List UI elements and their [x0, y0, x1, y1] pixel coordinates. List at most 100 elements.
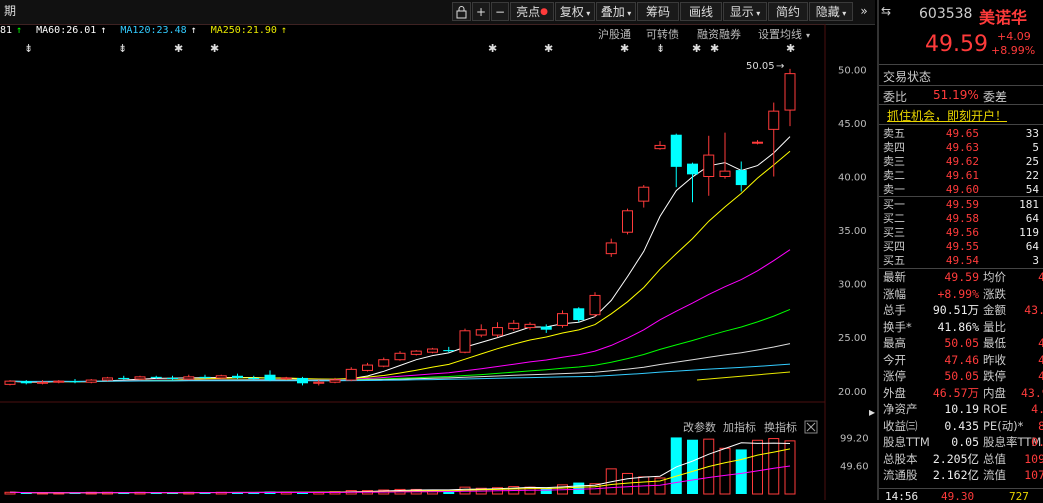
volume-bars	[4, 437, 796, 495]
xianshi-button[interactable]: 显示 ▾	[723, 2, 767, 21]
candle-body	[638, 186, 650, 202]
stat-label: 今开	[883, 352, 906, 367]
divider	[879, 196, 1043, 197]
event-marker-icon[interactable]: ⇟	[24, 42, 33, 55]
collapse-arrow-icon[interactable]: ▸	[869, 405, 875, 419]
candle-body	[589, 294, 601, 316]
stat-value-2: 109	[1024, 451, 1043, 466]
event-marker-icon[interactable]: ✱	[692, 42, 701, 55]
candle-body	[605, 242, 617, 255]
divider	[879, 85, 1043, 86]
stock-name: 美诺华	[979, 8, 1028, 27]
plus-icon[interactable]: +	[472, 2, 490, 21]
chouma-button[interactable]: 筹码	[637, 2, 679, 21]
asks-row[interactable]: 卖四 49.63 5	[883, 141, 1043, 154]
asks-row[interactable]: 卖三 49.62 25	[883, 155, 1043, 168]
asks-row[interactable]: 卖一 49.60 54	[883, 183, 1043, 196]
event-marker-icon[interactable]: ✱	[710, 42, 719, 55]
candle	[735, 161, 747, 192]
stat-label-2: 量比	[983, 319, 1006, 334]
price-chart[interactable]: 50.00 45.00 40.00 35.00 30.00 25.00 20.00 99.20…	[0, 24, 875, 500]
bids-row[interactable]: 买一 49.59 181	[883, 198, 1043, 211]
fuquan-button[interactable]: 复权 ▾	[555, 2, 595, 21]
bids-price: 49.59	[945, 198, 979, 211]
asks-volume: 5	[1032, 141, 1039, 154]
bids-volume: 181	[1019, 198, 1039, 211]
xianshi-label: 显示	[729, 5, 754, 19]
candle-body	[102, 377, 113, 381]
volume-bar	[540, 488, 552, 494]
asks-level-label: 卖一	[883, 183, 905, 196]
event-marker-icon[interactable]: ⇟	[118, 42, 127, 55]
caret-down-icon: ▾	[753, 9, 761, 18]
price-change: +4.09	[997, 30, 1031, 43]
candle-body	[573, 308, 585, 321]
asks-row[interactable]: 卖二 49.61 22	[883, 169, 1043, 182]
bids-level-label: 买四	[883, 240, 905, 253]
asks-row[interactable]: 卖五 49.65 33	[883, 127, 1043, 140]
asks-price: 49.65	[945, 127, 979, 140]
event-marker-icon[interactable]: ✱	[488, 42, 497, 55]
huaxian-button[interactable]: 画线	[680, 2, 722, 21]
candle	[768, 102, 780, 177]
jianyue-button[interactable]: 简约	[768, 2, 808, 21]
stat-value: 10.19	[944, 402, 979, 416]
stat-label-2: 金额	[983, 303, 1006, 317]
candle	[85, 379, 97, 384]
menu-rongzirongquan[interactable]: 融资融券	[697, 27, 741, 41]
candle-body	[183, 376, 195, 380]
candle-body	[362, 364, 373, 371]
stat-row: 总手 90.51万 金额 43.	[883, 303, 1043, 318]
lock-icon[interactable]	[452, 2, 471, 21]
liangdian-button[interactable]: 亮点●	[510, 2, 554, 21]
expand-icon[interactable]: »	[854, 2, 874, 21]
candle-body	[670, 134, 682, 167]
event-marker-icon[interactable]: ✱	[620, 42, 629, 55]
y-tick-label: 20.00	[838, 387, 867, 398]
candle-body	[410, 350, 422, 355]
candle-body	[719, 170, 731, 177]
stat-value-2: 43.9	[1021, 385, 1043, 400]
volume-bar	[687, 439, 698, 494]
candle-body	[622, 210, 633, 233]
stat-row: 总股本 2.205亿 总值 109	[883, 452, 1043, 467]
event-marker-icon[interactable]: ⇟	[656, 42, 665, 55]
event-marker-icon[interactable]: ✱	[786, 42, 795, 55]
stat-value: 50.05	[944, 369, 979, 383]
menu-kezhuanzhai[interactable]: 可转债	[646, 27, 679, 41]
diejia-button[interactable]: 叠加 ▾	[596, 2, 636, 21]
candle	[589, 292, 601, 317]
stat-value-2: 8	[1038, 418, 1043, 433]
candle-body	[345, 368, 357, 381]
asks-level-label: 卖二	[883, 169, 905, 182]
chart-toolbar: 期 + − 亮点● 复权 ▾ 叠加 ▾ 筹码 画线 显示 ▾ 简约 隐藏 ▾ »	[0, 0, 875, 25]
minus-icon[interactable]: −	[491, 2, 509, 21]
bids-row[interactable]: 买三 49.56 119	[883, 226, 1043, 239]
stock-code: 603538	[919, 6, 973, 22]
yincang-button[interactable]: 隐藏 ▾	[809, 2, 853, 21]
stat-label: 流通股	[883, 468, 918, 482]
close-icon[interactable]	[804, 420, 818, 434]
menu-shezhijunxian[interactable]: 设置均线	[758, 27, 802, 41]
menu-jiazhibiao[interactable]: 加指标	[723, 420, 756, 434]
period-tab-stub[interactable]: 期	[0, 2, 20, 21]
event-marker-icon[interactable]: ✱	[210, 42, 219, 55]
candle-body	[37, 381, 48, 384]
candle	[784, 68, 796, 127]
event-marker-icon[interactable]: ✱	[544, 42, 553, 55]
menu-hugutong[interactable]: 沪股通	[598, 27, 631, 41]
event-marker-icon[interactable]: ✱	[174, 42, 183, 55]
promo-link[interactable]: 抓住机会，即刻开户！	[887, 107, 1007, 124]
candle-body	[378, 359, 390, 367]
bids-row[interactable]: 买二 49.58 64	[883, 212, 1043, 225]
menu-huanzhibiao[interactable]: 换指标	[764, 420, 797, 434]
last-price: 49.59	[925, 32, 988, 57]
bids-row[interactable]: 买五 49.54 3	[883, 254, 1043, 267]
collapse-panel-icon[interactable]: ⇆	[881, 4, 891, 18]
asks-volume: 25	[1025, 155, 1039, 168]
asks-level-label: 卖四	[883, 141, 905, 154]
stat-row: 涨幅 +8.99% 涨跌	[883, 287, 1043, 302]
bids-row[interactable]: 买四 49.55 64	[883, 240, 1043, 253]
candle-body	[20, 381, 32, 384]
menu-gaicanshu[interactable]: 改参数	[683, 420, 716, 434]
